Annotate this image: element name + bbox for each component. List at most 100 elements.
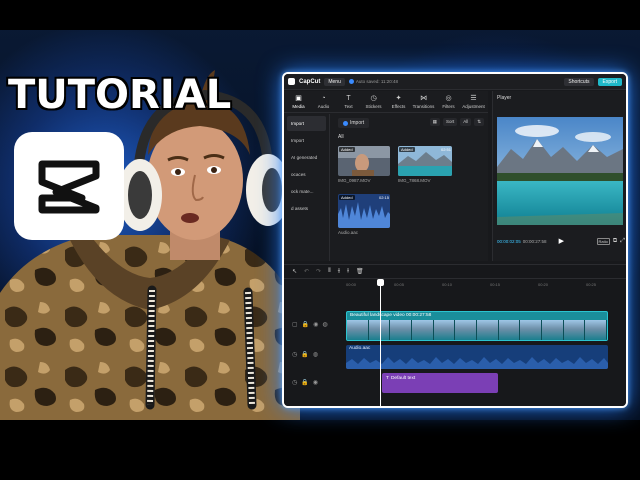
sidebar-item-import[interactable]: Import [287,116,326,131]
player-title: Player [497,95,512,101]
delete-icon[interactable]: 🗑 [356,268,364,275]
capcut-logo [14,132,124,240]
tab-filters[interactable]: ◎ Filters [436,95,461,109]
split-right-icon[interactable]: ⫲ [347,268,349,275]
letterbox-bottom [0,420,640,480]
filters-icon: ◎ [445,94,452,102]
text-track-header: ◷ 🔒 ◉ [284,379,340,386]
player-preview[interactable] [497,117,623,225]
ruler-tick: 00:05 [394,282,405,287]
text-track-icon[interactable]: ◷ [292,379,297,386]
ruler-tick: 00:20 [538,282,549,287]
clip-name: IMG_0987.MOV [338,178,371,183]
tab-adjustment[interactable]: ☰ Adjustment [461,95,486,109]
sidebar-item-spaces[interactable]: ocaces [287,167,326,182]
adjustment-icon: ☰ [470,94,477,102]
split-icon[interactable]: ⫴ [328,268,331,275]
mute-icon[interactable]: ◍ [313,351,318,358]
eye-icon[interactable]: ◉ [313,379,318,386]
audio-track-icon[interactable]: ◷ [292,351,297,358]
clip-duration: 02:51 [440,147,451,152]
fit-icon[interactable]: ⧉ [613,238,617,245]
undo-icon[interactable]: ↶ [304,268,309,275]
all-heading: All [338,134,344,140]
mute-icon[interactable]: ◍ [322,321,327,328]
video-frames [347,320,607,340]
tab-stickers[interactable]: ◷ Stickers [361,95,386,109]
tool-tabs: ▣ Media ◔ Audio T Text ◷ Stickers ✦ Effe… [284,91,488,113]
landscape-preview-image [497,117,623,225]
transitions-icon: ⋈ [420,94,427,102]
media-sidebar: Import Import AI generated ocaces ock ma… [284,114,330,261]
clip-name: Audio.aac [338,230,359,235]
text-clip[interactable]: T Default text [382,373,498,393]
video-track-header: ▢ 🔒 ◉ ◍ [284,321,340,328]
all-filter-button[interactable]: All [460,118,472,126]
shortcuts-button[interactable]: Shortcuts [564,77,594,86]
media-filters: ▦ Sort All ⇅ [429,118,484,126]
sidebar-item-brand-assets[interactable]: d assets [287,201,326,216]
added-badge: Added [339,195,355,200]
export-button[interactable]: Export [597,77,622,86]
text-clip-icon: T [386,376,389,381]
playhead[interactable] [380,279,381,406]
app-name: CapCut [299,78,321,85]
ratio-button[interactable]: Ratio [596,237,610,245]
ruler-tick: 00:25 [586,282,597,287]
sidebar-item-stock-material[interactable]: ock mate... [287,184,326,199]
timeline-panel: ↖ ↶ ↷ ⫴ ⫳ ⫲ 🗑 00:00 00:05 00:10 00:15 00… [284,264,626,406]
split-left-icon[interactable]: ⫳ [338,268,340,275]
video-clip-label: Beautiful landscape video 00:00:27:58 [350,313,432,318]
sidebar-item-import-2[interactable]: Import [287,133,326,148]
tutorial-headline: TUTORIAL [8,72,232,118]
cover-icon[interactable]: ▢ [292,321,298,328]
player-controls: 00:00:02:05 00:00:27:58 ▶ Ratio ⧉ ⤢ [497,237,625,245]
sort-button[interactable]: Sort [442,118,458,126]
audio-track-header: ◷ 🔒 ◍ [284,351,340,358]
tab-audio[interactable]: ◔ Audio [311,95,336,109]
filter-icon[interactable]: ⇅ [474,118,484,126]
lock-icon[interactable]: 🔒 [301,379,308,386]
added-badge: Added [339,147,355,152]
clip-duration: 02:15 [378,195,389,200]
audio-clip[interactable]: Audio.aac [346,345,608,369]
player-panel: Player 00:00:02:05 00:00:27:58 ▶ Ratio ⧉… [492,91,626,261]
lock-icon[interactable]: 🔒 [302,321,309,328]
import-icon [343,120,348,126]
lock-icon[interactable]: 🔒 [301,351,308,358]
clip-name: IMG_7868.MOV [398,178,431,183]
select-tool-icon[interactable]: ↖ [292,268,297,275]
fullscreen-icon[interactable]: ⤢ [620,238,625,245]
eye-icon[interactable]: ◉ [313,321,318,328]
media-clip[interactable]: Added 02:51 [398,146,452,176]
media-icon: ▣ [295,94,302,102]
redo-icon[interactable]: ↷ [316,268,321,275]
media-clip[interactable]: Added [338,146,390,176]
capcut-logo-icon [38,160,100,214]
tab-effects[interactable]: ✦ Effects [386,95,411,109]
menu-button[interactable]: Menu [324,77,345,86]
play-icon[interactable]: ▶ [559,237,564,245]
tab-media[interactable]: ▣ Media [286,95,311,109]
media-panel: ▣ Media ◔ Audio T Text ◷ Stickers ✦ Effe… [284,91,488,261]
added-badge: Added [399,147,415,152]
app-topbar: CapCut Menu Auto saved: 11:20:48 Shortcu… [284,74,626,90]
tab-text[interactable]: T Text [336,95,361,109]
letterbox-top [0,0,640,30]
video-clip[interactable]: Beautiful landscape video 00:00:27:58 [346,311,608,341]
media-clip[interactable]: Added 02:15 [338,194,390,228]
playhead-handle[interactable] [377,279,384,286]
tab-transitions[interactable]: ⋈ Transitions [411,95,436,109]
text-clip-label: T Default text [386,376,416,381]
import-button[interactable]: Import [338,118,370,128]
ruler-tick: 00:00 [346,282,357,287]
effects-icon: ✦ [395,94,402,102]
timeline-toolbar: ↖ ↶ ↷ ⫴ ⫳ ⫲ 🗑 [284,265,626,279]
total-timecode: 00:00:27:58 [522,238,547,244]
thumbnail: TUTORIAL CapCut Menu Auto saved: 11:20:4… [0,0,640,480]
audio-waveform [346,357,608,369]
text-icon: T [346,94,351,102]
sidebar-item-ai-generated[interactable]: AI generated [287,150,326,165]
grid-view-button[interactable]: ▦ [429,118,440,126]
autosave-text: Auto saved: 11:20:48 [355,79,399,84]
